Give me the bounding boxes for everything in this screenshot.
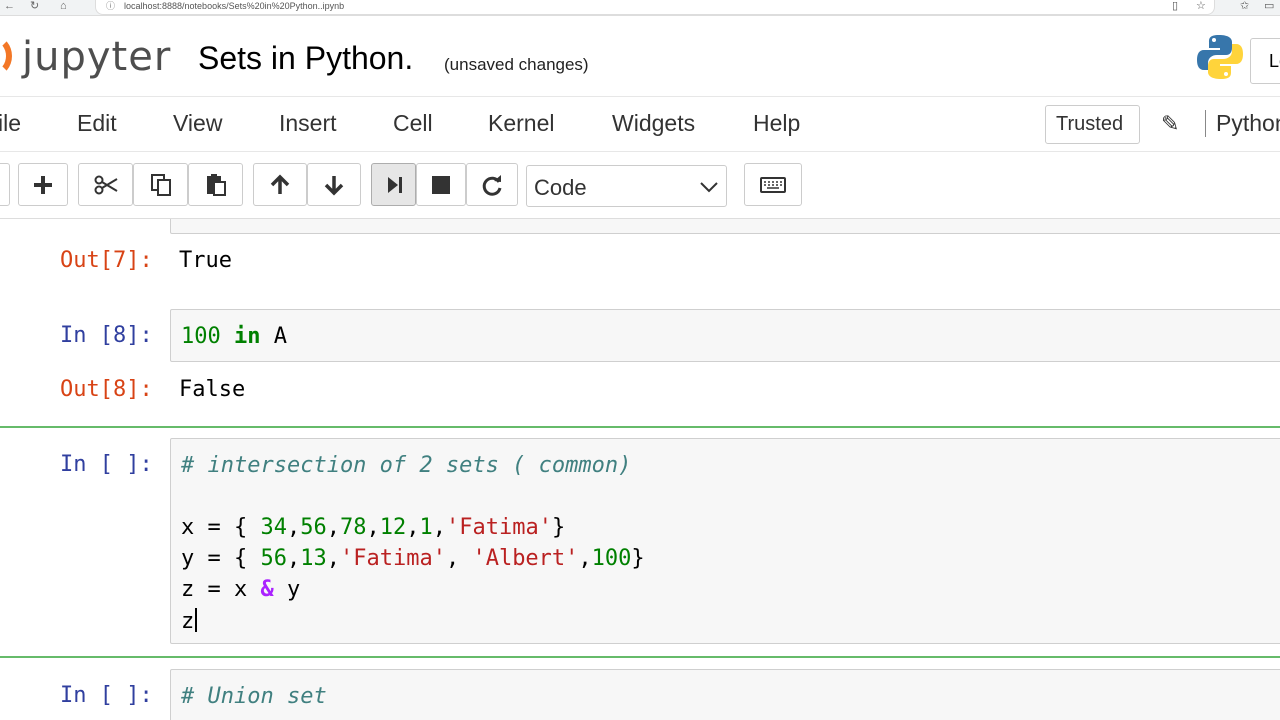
python-logo-icon: [1197, 35, 1243, 79]
out-prompt-8: Out[8]:: [60, 377, 153, 402]
text-cursor: [195, 608, 198, 632]
in-prompt-active: In [ ]:: [60, 452, 153, 477]
notebook-header: jupyter Sets in Python. (unsaved changes…: [0, 16, 1280, 96]
code-line-last: z: [181, 608, 198, 634]
copy-icon: [150, 173, 171, 196]
jupyter-logo[interactable]: jupyter: [22, 34, 171, 80]
code-line: 100 in A: [181, 324, 287, 349]
move-down-button[interactable]: [307, 163, 361, 206]
notebook-toolbar: Code: [0, 153, 1280, 219]
code-cell-input-7[interactable]: [170, 219, 1280, 234]
move-up-button[interactable]: [253, 163, 307, 206]
cell-type-select[interactable]: Code: [526, 165, 727, 207]
move-up-icon: [270, 174, 290, 194]
run-button[interactable]: [371, 163, 416, 206]
menu-view[interactable]: View: [173, 110, 222, 137]
in-prompt-next: In [ ]:: [60, 683, 153, 708]
run-icon: [387, 176, 402, 193]
command-palette-button[interactable]: [744, 163, 802, 206]
move-down-icon: [324, 175, 344, 195]
menu-bar: File Edit View Insert Cell Kernel Widget…: [0, 96, 1280, 152]
menu-widgets[interactable]: Widgets: [612, 110, 695, 137]
jupyter-logo-arc-icon: [0, 36, 12, 76]
back-icon[interactable]: ←: [4, 0, 15, 12]
notebook-title[interactable]: Sets in Python.: [198, 40, 413, 77]
code-cell-input-active[interactable]: # intersection of 2 sets ( common) x = {…: [170, 438, 1280, 644]
save-status: (unsaved changes): [444, 55, 589, 74]
save-button[interactable]: [0, 163, 10, 206]
code-line-x: x = { 34,56,78,12,1,'Fatima'}: [181, 515, 566, 540]
menu-help[interactable]: Help: [753, 110, 800, 137]
url-text: localhost:8888/notebooks/Sets%20in%20Pyt…: [124, 1, 345, 11]
logout-button[interactable]: Logout: [1250, 38, 1280, 84]
add-cell-icon: [34, 175, 52, 194]
menu-insert[interactable]: Insert: [279, 110, 337, 137]
logout-label: Logout: [1269, 51, 1280, 71]
code-cell-input-next[interactable]: # Union set: [170, 669, 1280, 720]
output-7: True: [179, 248, 232, 273]
code-line-y: y = { 56,13,'Fatima', 'Albert',100}: [181, 546, 645, 571]
edit-mode-pencil-icon: ✎: [1161, 111, 1180, 136]
menu-edit[interactable]: Edit: [77, 110, 117, 137]
browser-address-bar: ← ↻ ⌂ ⓘ localhost:8888/notebooks/Sets%20…: [0, 0, 1280, 16]
insert-cell-button[interactable]: [18, 163, 68, 206]
site-info-icon[interactable]: ⓘ: [106, 0, 115, 12]
restart-button[interactable]: [466, 163, 518, 206]
cell-type-value: Code: [534, 175, 587, 200]
collections-icon[interactable]: ▭: [1264, 0, 1274, 12]
trusted-button[interactable]: Trusted: [1045, 105, 1140, 144]
chevron-down-icon: [700, 182, 718, 193]
trusted-label: Trusted: [1056, 113, 1124, 135]
copy-button[interactable]: [133, 163, 188, 206]
reload-icon[interactable]: ↻: [30, 0, 39, 12]
kernel-indicator: Python 3: [1205, 110, 1280, 137]
home-icon[interactable]: ⌂: [60, 0, 67, 12]
cut-icon: [94, 175, 118, 194]
menu-cell[interactable]: Cell: [393, 110, 433, 137]
cut-button[interactable]: [78, 163, 133, 206]
menu-file[interactable]: File: [0, 110, 21, 137]
out-prompt-7: Out[7]:: [60, 248, 153, 273]
paste-icon: [206, 173, 226, 196]
favorites-icon[interactable]: ✩: [1240, 0, 1249, 12]
output-8: False: [179, 377, 246, 402]
keyboard-icon: [760, 176, 786, 193]
menu-kernel[interactable]: Kernel: [488, 110, 554, 137]
code-comment-union: # Union set: [181, 684, 327, 709]
url-field[interactable]: ⓘ localhost:8888/notebooks/Sets%20in%20P…: [95, 0, 1215, 15]
in-prompt-8: In [8]:: [60, 323, 153, 348]
paste-button[interactable]: [188, 163, 243, 206]
reader-icon[interactable]: ▯: [1172, 0, 1178, 12]
code-comment: # intersection of 2 sets ( common): [181, 453, 632, 478]
code-line-z: z = x & y: [181, 577, 301, 602]
code-cell-input-8[interactable]: 100 in A: [170, 309, 1280, 362]
restart-icon: [482, 174, 502, 196]
notebook-container: Out[7]: True In [8]: 100 in A Out[8]: Fa…: [0, 219, 1280, 720]
stop-icon: [432, 175, 450, 194]
bookmark-star-icon[interactable]: ☆: [1196, 0, 1206, 12]
interrupt-button[interactable]: [416, 163, 466, 206]
